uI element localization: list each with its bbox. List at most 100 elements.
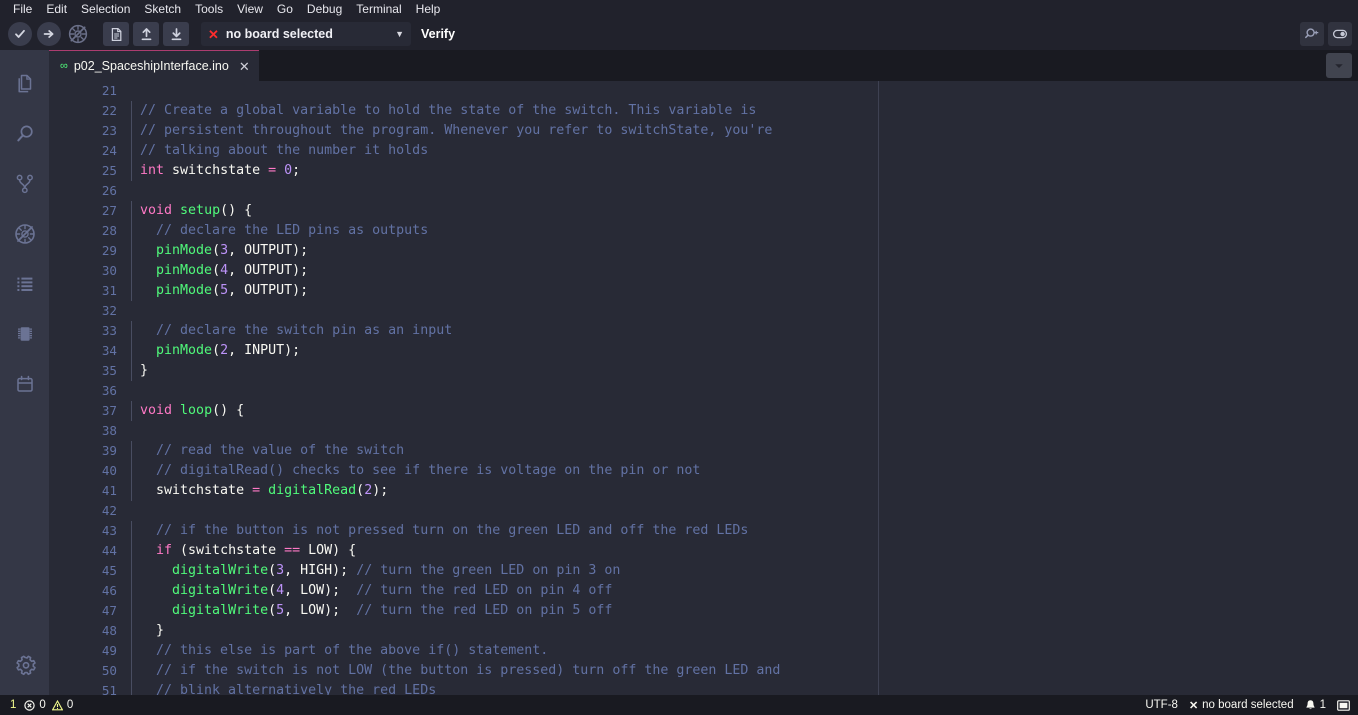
code-token: digitalWrite <box>172 583 268 598</box>
line-source[interactable]: if (switchstate == LOW) { <box>131 541 356 561</box>
line-source[interactable]: digitalWrite(5, LOW); // turn the red LE… <box>131 601 612 621</box>
tab-p02-spaceshipinterface[interactable]: ∞ p02_SpaceshipInterface.ino ✕ <box>49 50 259 81</box>
menu-item-terminal[interactable]: Terminal <box>349 1 408 18</box>
line-source[interactable]: // this else is part of the above if() s… <box>131 641 548 661</box>
line-source[interactable]: pinMode(4, OUTPUT); <box>131 261 308 281</box>
code-token: loop <box>180 403 212 418</box>
code-editor[interactable]: 2122// Create a global variable to hold … <box>49 81 1358 695</box>
indent-guide <box>131 661 132 681</box>
close-icon[interactable]: ✕ <box>239 60 250 73</box>
sidebar-item-source-control[interactable] <box>0 159 49 209</box>
warning-triangle-icon <box>52 700 63 711</box>
download-arrow-icon <box>169 27 184 42</box>
sidebar-item-run-and-debug[interactable] <box>0 209 49 259</box>
code-line: 49 // this else is part of the above if(… <box>49 641 1358 661</box>
line-source[interactable]: // read the value of the switch <box>131 441 404 461</box>
code-token: , OUTPUT); <box>228 263 308 278</box>
menu-item-selection[interactable]: Selection <box>74 1 137 18</box>
line-source[interactable]: // blink alternatively the red LEDs <box>131 681 436 695</box>
problems-warnings[interactable]: 0 <box>52 699 73 711</box>
menu-item-view[interactable]: View <box>230 1 270 18</box>
line-source[interactable]: // if the button is not pressed turn on … <box>131 521 748 541</box>
menu-item-sketch[interactable]: Sketch <box>137 1 188 18</box>
code-line: 41 switchstate = digitalRead(2); <box>49 481 1358 501</box>
code-token: pinMode <box>156 263 212 278</box>
toggle-panel-status-button[interactable] <box>1337 700 1350 711</box>
line-source[interactable]: int switchstate = 0; <box>131 161 300 181</box>
line-source[interactable]: } <box>131 361 148 381</box>
code-line: 32 <box>49 301 1358 321</box>
code-token: () { <box>220 203 252 218</box>
line-number: 39 <box>49 441 131 461</box>
board-selector[interactable]: ✕ no board selected ▼ <box>201 22 411 46</box>
code-line: 23// persistent throughout the program. … <box>49 121 1358 141</box>
indent-guide <box>131 641 132 661</box>
line-number: 28 <box>49 221 131 241</box>
line-source[interactable]: switchstate = digitalRead(2); <box>131 481 388 501</box>
line-source[interactable]: // Create a global variable to hold the … <box>131 101 756 121</box>
line-source[interactable]: // if the switch is not LOW (the button … <box>131 661 780 681</box>
code-token: pinMode <box>156 243 212 258</box>
code-token: // turn the green LED on pin 3 on <box>356 563 620 578</box>
line-source[interactable]: // declare the switch pin as an input <box>131 321 452 341</box>
menu-item-file[interactable]: File <box>6 1 39 18</box>
code-line: 33 // declare the switch pin as an input <box>49 321 1358 341</box>
code-token: pinMode <box>156 343 212 358</box>
line-source[interactable]: // talking about the number it holds <box>131 141 428 161</box>
line-number: 32 <box>49 301 131 321</box>
sidebar-item-explorer[interactable] <box>0 59 49 109</box>
line-source[interactable]: // declare the LED pins as outputs <box>131 221 428 241</box>
gear-icon <box>11 653 39 681</box>
main-toolbar: ✕ no board selected ▼ Verify <box>0 18 1358 50</box>
code-line: 27void setup() { <box>49 201 1358 221</box>
encoding-indicator[interactable]: UTF-8 <box>1145 699 1178 711</box>
code-token <box>276 163 284 178</box>
toggle-panel-icon <box>1332 26 1348 42</box>
cursor-line-indicator[interactable]: 1 <box>10 699 18 711</box>
line-source[interactable]: pinMode(5, OUTPUT); <box>131 281 308 301</box>
line-source[interactable]: pinMode(2, INPUT); <box>131 341 300 361</box>
line-source[interactable]: digitalWrite(3, HIGH); // turn the green… <box>131 561 620 581</box>
code-lines: 2122// Create a global variable to hold … <box>49 81 1358 695</box>
line-number: 35 <box>49 361 131 381</box>
line-source[interactable]: pinMode(3, OUTPUT); <box>131 241 308 261</box>
toggle-panel-button[interactable] <box>1328 22 1352 46</box>
menu-item-go[interactable]: Go <box>270 1 300 18</box>
sidebar-item-board-manager[interactable] <box>0 309 49 359</box>
code-token: 0 <box>284 163 292 178</box>
line-source[interactable]: digitalWrite(4, LOW); // turn the red LE… <box>131 581 612 601</box>
line-number: 47 <box>49 601 131 621</box>
serial-plotter-icon <box>1304 26 1320 42</box>
code-token: // if the switch is not LOW (the button … <box>140 663 780 678</box>
notifications-indicator[interactable]: 1 <box>1305 699 1326 711</box>
problems-errors[interactable]: 0 <box>24 699 45 711</box>
code-line: 45 digitalWrite(3, HIGH); // turn the gr… <box>49 561 1358 581</box>
menu-item-tools[interactable]: Tools <box>188 1 230 18</box>
serial-plotter-button[interactable] <box>1300 22 1324 46</box>
line-source[interactable]: // persistent throughout the program. Wh… <box>131 121 772 141</box>
line-number: 22 <box>49 101 131 121</box>
sidebar-item-search[interactable] <box>0 109 49 159</box>
more-tabs-button[interactable] <box>1326 53 1352 78</box>
indent-guide <box>131 441 132 461</box>
open-sketch-button[interactable] <box>133 22 159 46</box>
debug-button[interactable] <box>66 22 90 46</box>
line-source[interactable]: void setup() { <box>131 201 252 221</box>
code-token: ( <box>356 483 364 498</box>
menu-item-help[interactable]: Help <box>409 1 448 18</box>
line-source[interactable]: void loop() { <box>131 401 244 421</box>
sidebar-item-settings[interactable] <box>0 639 49 695</box>
verify-button[interactable] <box>8 22 32 46</box>
status-bar-right: UTF-8 ✕ no board selected 1 <box>1145 699 1350 712</box>
save-sketch-button[interactable] <box>163 22 189 46</box>
menu-item-debug[interactable]: Debug <box>300 1 349 18</box>
sidebar-item-scheduler[interactable] <box>0 359 49 409</box>
code-token: // Create a global variable to hold the … <box>140 103 756 118</box>
new-sketch-button[interactable] <box>103 22 129 46</box>
line-source[interactable]: // digitalRead() checks to see if there … <box>131 461 700 481</box>
line-source[interactable]: } <box>131 621 164 641</box>
menu-item-edit[interactable]: Edit <box>39 1 74 18</box>
sidebar-item-library-manager[interactable] <box>0 259 49 309</box>
upload-button[interactable] <box>37 22 61 46</box>
board-status[interactable]: ✕ no board selected <box>1189 699 1294 712</box>
